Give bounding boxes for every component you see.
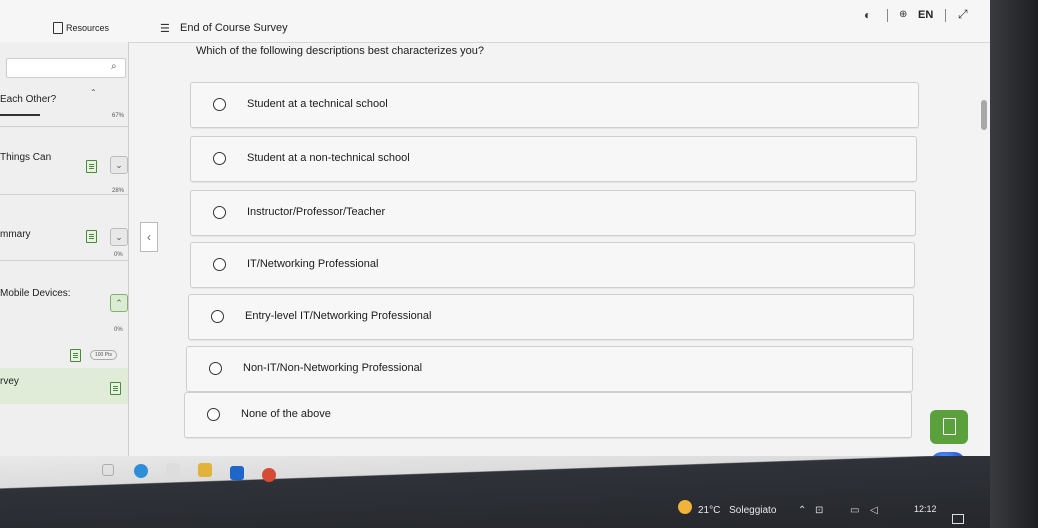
notes-button[interactable] <box>930 410 968 444</box>
search-icon: ⌕ <box>111 61 117 72</box>
windows-taskbar <box>0 456 990 528</box>
document-icon <box>70 349 81 362</box>
document-icon <box>110 382 121 395</box>
sidebar-item[interactable]: 100 Pts <box>0 346 128 364</box>
radio-button[interactable] <box>211 310 224 323</box>
sidebar-item[interactable]: Each Other? ⌃ 67% <box>0 86 128 122</box>
radio-button[interactable] <box>213 152 226 165</box>
menu-toggle-icon[interactable]: ☰ <box>160 22 170 35</box>
survey-question: Which of the following descriptions best… <box>196 45 484 57</box>
divider <box>887 9 888 22</box>
collapse-sidebar-button[interactable]: ‹ <box>140 222 158 252</box>
option-label: IT/Networking Professional <box>247 258 379 270</box>
sidebar-item[interactable]: mmary ⌄ 0% <box>0 218 128 258</box>
option-label: Student at a non-technical school <box>247 152 410 164</box>
monitor-bezel <box>990 0 1038 528</box>
scrollbar-thumb[interactable] <box>981 100 987 130</box>
network-icon[interactable]: ⊡ <box>815 505 823 516</box>
search-input[interactable]: ⌕ <box>6 58 126 78</box>
points-badge: 100 Pts <box>90 350 117 360</box>
weather-temperature: 21°C <box>698 505 721 516</box>
chevron-up-button[interactable]: ⌃ <box>110 294 128 312</box>
sidebar-item[interactable]: Mobile Devices: ⌃ 0% <box>0 276 128 336</box>
sidebar-item-label: rvey <box>0 376 19 387</box>
divider <box>0 194 128 195</box>
radio-button[interactable] <box>213 258 226 271</box>
dark-mode-icon[interactable]: ◐ <box>864 8 871 22</box>
weather-icon <box>678 500 692 514</box>
sidebar-item-label: mmary <box>0 229 31 240</box>
option-student-technical[interactable]: Student at a technical school <box>190 82 919 128</box>
radio-button[interactable] <box>213 206 226 219</box>
option-instructor[interactable]: Instructor/Professor/Teacher <box>190 190 916 236</box>
chevron-up-icon[interactable]: ⌃ <box>90 88 97 97</box>
document-icon <box>86 160 97 173</box>
weather-widget[interactable]: 21°C Soleggiato <box>698 505 776 516</box>
option-student-non-technical[interactable]: Student at a non-technical school <box>190 136 917 182</box>
task-view-icon[interactable] <box>102 464 114 476</box>
progress-value: 0% <box>114 327 123 333</box>
radio-button[interactable] <box>209 362 222 375</box>
sidebar-item-label: Each Other? <box>0 94 57 105</box>
chevron-down-button[interactable]: ⌄ <box>110 156 128 174</box>
calendar-icon[interactable] <box>166 463 180 477</box>
document-icon <box>86 230 97 243</box>
expand-icon[interactable]: ⤢ <box>958 7 968 22</box>
translate-icon[interactable]: ⊕ <box>899 9 907 20</box>
sidebar-item-active[interactable]: rvey <box>0 368 128 404</box>
option-label: Non-IT/Non-Networking Professional <box>243 362 423 374</box>
course-header: Resources ☰ End of Course Survey ◐ ⊕ EN … <box>0 0 990 43</box>
taskbar-clock[interactable]: 12:12 <box>914 504 937 514</box>
chrome-icon[interactable] <box>262 468 276 482</box>
outlook-icon[interactable] <box>230 466 244 480</box>
progress-value: 0% <box>114 252 123 258</box>
sidebar-item-label: Things Can <box>0 152 52 163</box>
divider <box>0 260 128 261</box>
sidebar-item[interactable]: Things Can ⌄ 28% <box>0 142 128 194</box>
tray-chevron-icon[interactable]: ⌃ <box>798 505 806 516</box>
radio-button[interactable] <box>213 98 226 111</box>
notifications-icon[interactable] <box>952 514 964 524</box>
document-icon <box>53 22 63 34</box>
option-label: Student at a technical school <box>247 98 388 110</box>
language-selector[interactable]: EN <box>918 9 933 21</box>
browser-screen: Resources ☰ End of Course Survey ◐ ⊕ EN … <box>0 0 990 480</box>
radio-button[interactable] <box>207 408 220 421</box>
progress-value: 67% <box>112 113 125 119</box>
option-it-professional[interactable]: IT/Networking Professional <box>190 242 915 288</box>
progress-bar <box>0 114 40 116</box>
option-none[interactable]: None of the above <box>184 392 912 438</box>
option-non-it[interactable]: Non-IT/Non-Networking Professional <box>186 346 913 392</box>
sidebar-item-label: Mobile Devices: <box>0 288 71 299</box>
file-explorer-icon[interactable] <box>198 463 212 477</box>
keyboard-icon[interactable]: ▭ <box>850 505 859 516</box>
chevron-down-button[interactable]: ⌄ <box>110 228 128 246</box>
divider <box>0 126 128 127</box>
course-outline-sidebar: ⌕ Each Other? ⌃ 67% Things Can ⌄ 28% mma… <box>0 42 129 462</box>
divider <box>945 9 946 22</box>
edge-icon[interactable] <box>134 464 148 478</box>
course-title: End of Course Survey <box>180 22 288 34</box>
volume-icon[interactable]: ◁ <box>870 505 878 516</box>
option-entry-level-it[interactable]: Entry-level IT/Networking Professional <box>188 294 914 340</box>
option-label: None of the above <box>241 408 331 420</box>
option-label: Instructor/Professor/Teacher <box>247 206 386 218</box>
option-label: Entry-level IT/Networking Professional <box>245 310 432 322</box>
weather-description: Soleggiato <box>729 505 777 516</box>
resources-link[interactable]: Resources <box>66 23 109 33</box>
